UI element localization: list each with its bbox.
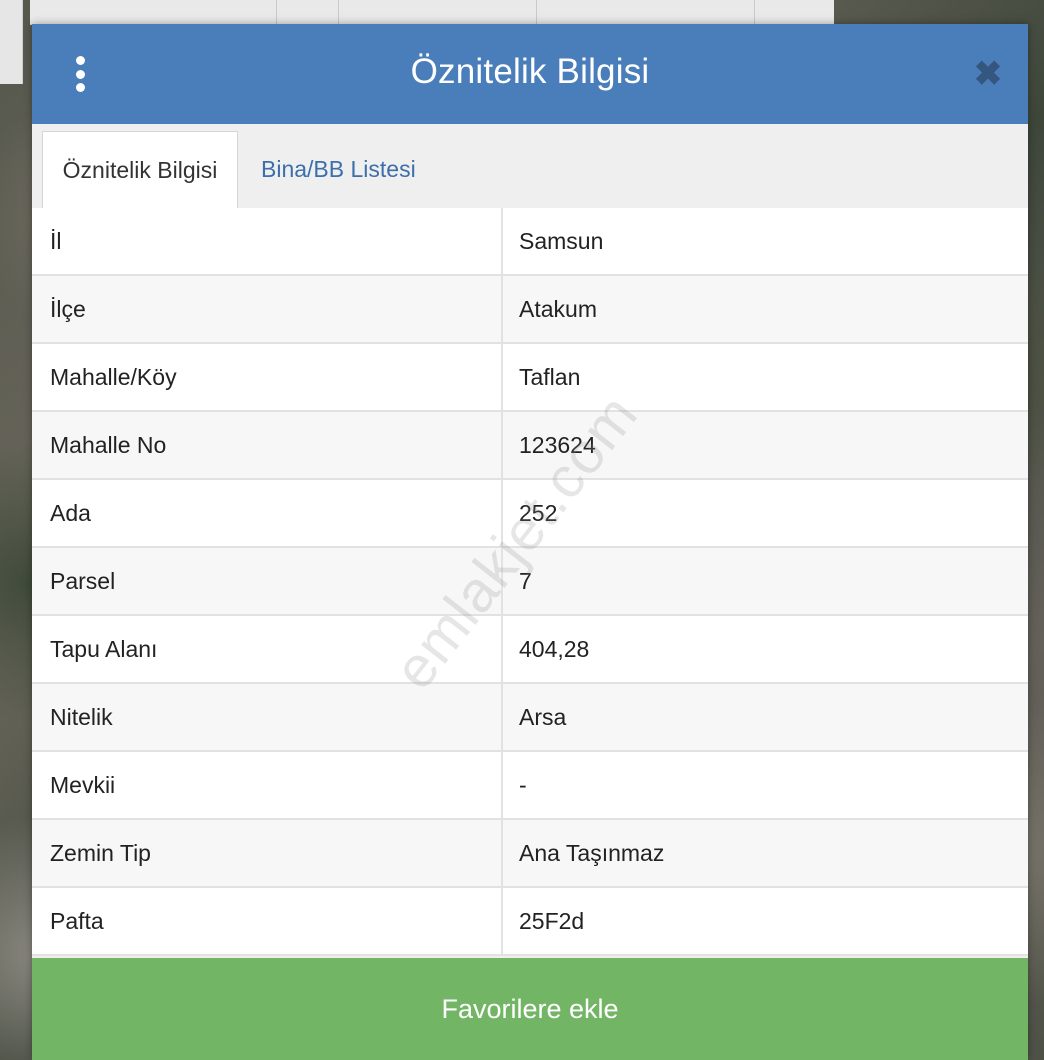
row-value: 25F2d [519,908,585,934]
row-label: Zemin Tip [50,840,151,866]
row-value: 123624 [519,432,596,458]
tab-building-list[interactable]: Bina/BB Listesi [261,131,416,208]
tab-bar: Öznitelik Bilgisi Bina/BB Listesi [32,124,1028,209]
row-value: - [519,772,527,798]
table-row: Tapu Alanı 404,28 [32,616,1028,684]
table-row: Mevkii - [32,752,1028,820]
row-value: 7 [519,568,532,594]
row-value: 404,28 [519,636,590,662]
row-label: İl [50,228,62,254]
row-label: İlçe [50,296,86,322]
row-label: Mevkii [50,772,116,798]
attribute-table: İl Samsun İlçe Atakum Mahalle/Köy Taflan… [32,208,1028,956]
tab-attribute-info[interactable]: Öznitelik Bilgisi [42,131,238,209]
attribute-info-modal: Öznitelik Bilgisi ✖ Öznitelik Bilgisi Bi… [32,24,1028,1060]
modal-header: Öznitelik Bilgisi ✖ [32,24,1028,124]
add-to-favorites-button[interactable]: Favorilere ekle [32,958,1028,1060]
row-label: Ada [50,500,91,526]
row-value: 252 [519,500,558,526]
modal-title: Öznitelik Bilgisi [410,52,650,91]
table-row: Pafta 25F2d [32,888,1028,956]
row-value: Taflan [519,364,581,390]
table-row: İl Samsun [32,208,1028,276]
map-side-panel [0,0,23,84]
row-label: Nitelik [50,704,113,730]
row-value: Samsun [519,228,604,254]
row-value: Arsa [519,704,567,730]
row-label: Parsel [50,568,116,594]
row-label: Pafta [50,908,104,934]
row-label: Mahalle/Köy [50,364,177,390]
table-row: Ada 252 [32,480,1028,548]
map-toolbar [30,0,834,25]
table-row: İlçe Atakum [32,276,1028,344]
row-label: Tapu Alanı [50,636,158,662]
row-value: Ana Taşınmaz [519,840,665,866]
close-icon[interactable]: ✖ [970,54,1006,94]
table-row: Zemin Tip Ana Taşınmaz [32,820,1028,888]
table-row: Mahalle/Köy Taflan [32,344,1028,412]
table-row: Nitelik Arsa [32,684,1028,752]
table-row: Parsel 7 [32,548,1028,616]
row-label: Mahalle No [50,432,167,458]
row-value: Atakum [519,296,597,322]
table-row: Mahalle No 123624 [32,412,1028,480]
